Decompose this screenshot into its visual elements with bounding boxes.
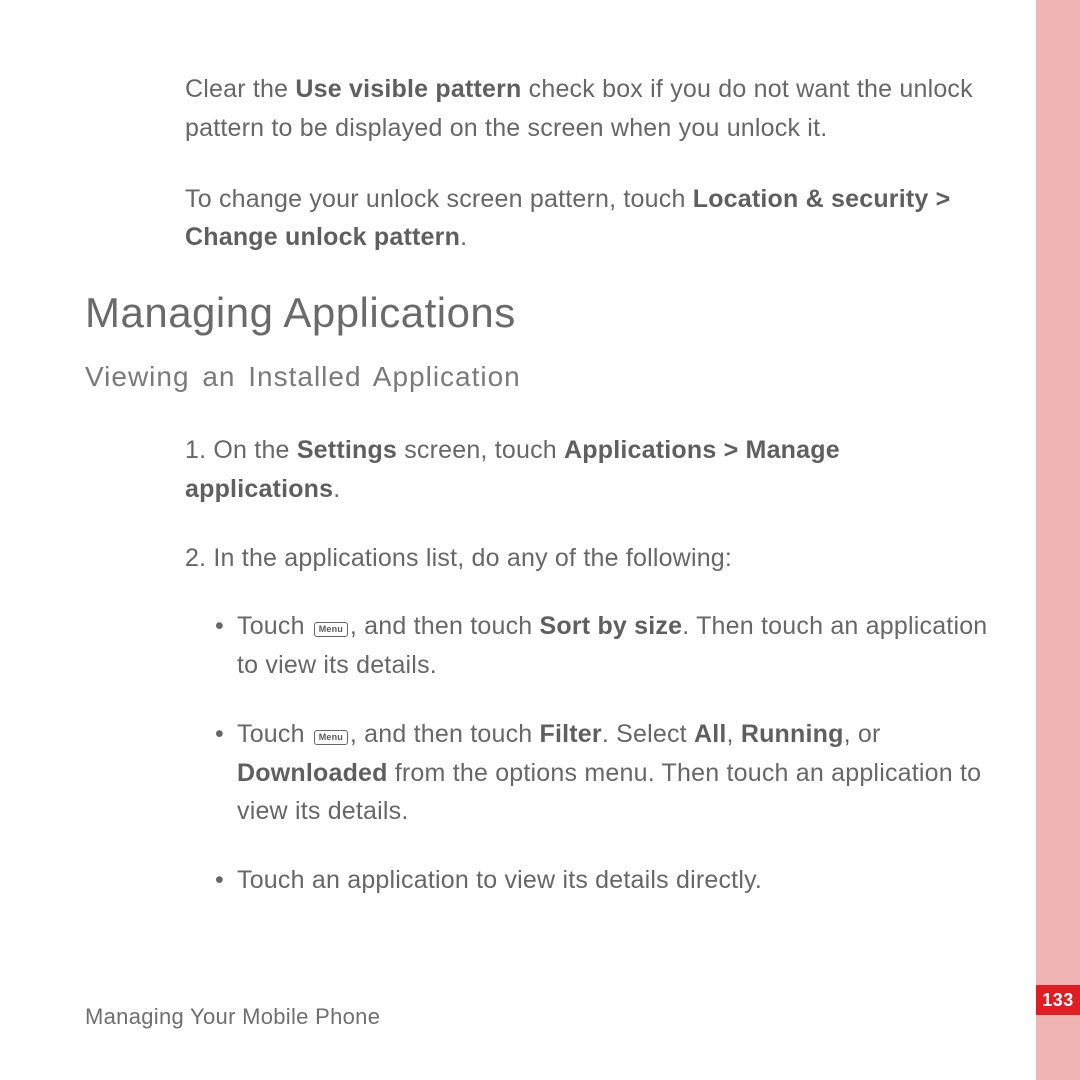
text: In the applications list, do any of the …	[213, 544, 732, 572]
text: Touch	[237, 612, 312, 640]
step-number: 2.	[185, 544, 213, 572]
menu-key-icon: Menu	[314, 622, 348, 637]
bold-text: Running	[741, 720, 844, 748]
bold-text: Downloaded	[237, 759, 388, 787]
bold-text: Sort by size	[540, 612, 683, 640]
bold-text: Filter	[540, 720, 602, 748]
intro-paragraph-2: To change your unlock screen pattern, to…	[185, 180, 995, 258]
bullet-2: Touch Menu, and then touch Filter. Selec…	[215, 715, 995, 831]
bullet-list: Touch Menu, and then touch Sort by size.…	[215, 607, 995, 900]
text: screen, touch	[397, 436, 564, 464]
bold-text: Settings	[297, 436, 397, 464]
page-number: 133	[1042, 990, 1074, 1011]
subsection-heading: Viewing an Installed Application	[85, 361, 995, 393]
menu-key-icon: Menu	[314, 730, 348, 745]
text: .	[460, 223, 467, 251]
step-2: 2. In the applications list, do any of t…	[185, 539, 995, 578]
text: Clear the	[185, 75, 295, 103]
section-heading: Managing Applications	[85, 289, 995, 337]
bullet-1: Touch Menu, and then touch Sort by size.…	[215, 607, 995, 685]
text: To change your unlock screen pattern, to…	[185, 185, 693, 213]
page-content: Clear the Use visible pattern check box …	[85, 70, 995, 930]
bold-text: Location & security	[693, 185, 929, 213]
text: ,	[727, 720, 741, 748]
text: .	[333, 475, 340, 503]
step-1: 1. On the Settings screen, touch Applica…	[185, 431, 995, 509]
text: Touch an application to view its details…	[237, 866, 762, 894]
bold-text: Applications	[564, 436, 716, 464]
text: . Select	[602, 720, 694, 748]
text: , or	[844, 720, 881, 748]
text: , and then touch	[350, 720, 540, 748]
bold-text: All	[694, 720, 727, 748]
page-number-badge: 133	[1036, 985, 1080, 1015]
side-accent-bar	[1036, 0, 1080, 1080]
bold-text: >	[716, 436, 745, 464]
text: On the	[213, 436, 296, 464]
text: , and then touch	[350, 612, 540, 640]
bullet-3: Touch an application to view its details…	[215, 861, 995, 900]
bold-text: Change unlock pattern	[185, 223, 460, 251]
step-number: 1.	[185, 436, 213, 464]
footer-chapter-title: Managing Your Mobile Phone	[85, 1004, 380, 1030]
intro-paragraph-1: Clear the Use visible pattern check box …	[185, 70, 995, 148]
text: Touch	[237, 720, 312, 748]
bold-text: >	[929, 185, 951, 213]
bold-text: Use visible pattern	[295, 75, 521, 103]
